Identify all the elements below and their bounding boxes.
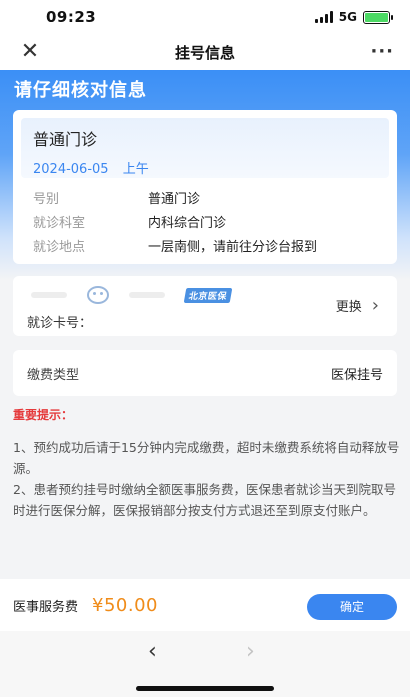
patient-card-selector[interactable]: 北京医保 就诊卡号： 更换 › <box>13 276 397 336</box>
appointment-summary: 普通门诊 2024-06-05 上午 <box>21 118 389 178</box>
chevron-right-icon: › <box>371 294 379 316</box>
detail-value: 内科综合门诊 <box>148 216 227 231</box>
page-title: 挂号信息 <box>174 43 235 62</box>
notice-title: 重要提示： <box>13 408 74 422</box>
face-icon <box>87 286 109 304</box>
change-label: 更换 <box>335 300 362 315</box>
nav-bar: ✕ 挂号信息 ··· <box>0 34 410 70</box>
appointment-date-row: 2024-06-05 上午 <box>33 158 377 177</box>
forward-icon[interactable]: › <box>246 639 255 664</box>
appointment-card: 普通门诊 2024-06-05 上午 号别 普通门诊 就诊科室 内科综合门诊 就… <box>13 110 397 264</box>
detail-value: 一层南侧，请前往分诊台报到 <box>148 240 318 255</box>
notice-item: 2、患者预约挂号时缴纳全额医事服务费，医保患者就诊当天到院取号时进行医保分解，医… <box>13 482 396 518</box>
close-icon[interactable]: ✕ <box>18 40 42 64</box>
notice-body: 1、预约成功后请于15分钟内完成缴费，超时未缴费系统将自动释放号源。 2、患者预… <box>13 437 401 521</box>
status-time: 09:23 <box>46 8 97 26</box>
card-number-label: 就诊卡号： <box>27 316 93 331</box>
notice-item: 1、预约成功后请于15分钟内完成缴费，超时未缴费系统将自动释放号源。 <box>13 440 400 476</box>
detail-row-department: 就诊科室 内科综合门诊 <box>33 212 377 236</box>
payment-type-label: 缴费类型 <box>27 367 80 383</box>
detail-label: 就诊科室 <box>33 216 86 231</box>
checkout-bar: 医事服务费 ¥50.00 确定 <box>0 579 410 631</box>
network-label: 5G <box>338 10 357 24</box>
more-icon[interactable]: ··· <box>370 40 394 64</box>
detail-label: 号别 <box>33 192 60 207</box>
appointment-period: 上午 <box>122 162 149 177</box>
appointment-date: 2024-06-05 <box>33 162 109 177</box>
back-icon[interactable]: ‹ <box>148 639 157 664</box>
status-bar: 09:23 5G <box>0 0 410 34</box>
clinic-type: 普通门诊 <box>33 130 98 149</box>
service-fee-price: ¥50.00 <box>92 594 158 616</box>
detail-label: 就诊地点 <box>33 240 86 255</box>
detail-row-location: 就诊地点 一层南侧，请前往分诊台报到 <box>33 236 377 260</box>
change-card-button[interactable]: 更换 › <box>336 296 379 315</box>
signal-icon <box>314 11 333 23</box>
important-notice: 重要提示： 1、预约成功后请于15分钟内完成缴费，超时未缴费系统将自动释放号源。… <box>13 406 401 521</box>
appointment-details: 号别 普通门诊 就诊科室 内科综合门诊 就诊地点 一层南侧，请前往分诊台报到 <box>13 178 397 260</box>
payment-type-card: 缴费类型 医保挂号 <box>13 350 397 396</box>
service-fee-label: 医事服务费 <box>13 599 79 615</box>
payment-type-value: 医保挂号 <box>330 367 383 383</box>
detail-value: 普通门诊 <box>148 192 201 207</box>
status-indicators: 5G <box>314 10 393 24</box>
header-title: 请仔细核对信息 <box>14 80 147 101</box>
confirm-button[interactable]: 确定 <box>307 594 397 620</box>
browser-toolbar: ‹ › <box>0 631 410 697</box>
patient-info-row: 北京医保 <box>31 286 233 304</box>
detail-row-level: 号别 普通门诊 <box>33 188 377 212</box>
battery-icon <box>363 10 393 24</box>
home-indicator <box>136 686 274 691</box>
insurance-badge: 北京医保 <box>183 287 233 303</box>
redacted-info <box>129 292 165 298</box>
redacted-name <box>31 292 67 298</box>
